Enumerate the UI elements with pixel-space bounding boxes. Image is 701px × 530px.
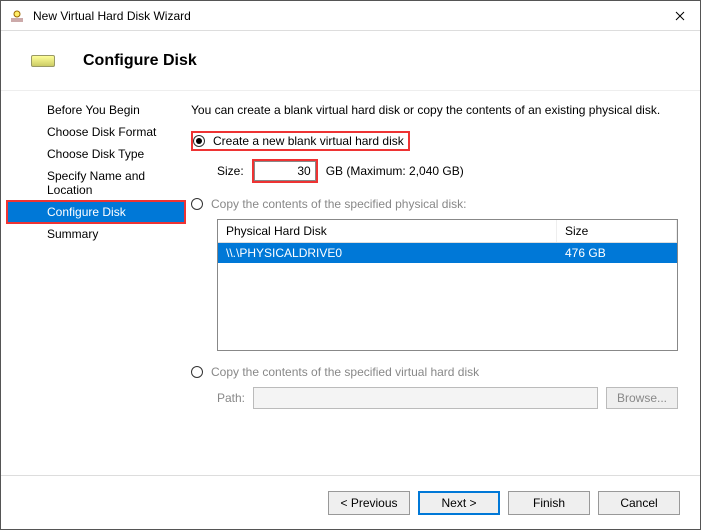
disk-row-name: \\.\PHYSICALDRIVE0 (218, 243, 557, 263)
radio-icon (191, 198, 203, 210)
nav-summary[interactable]: Summary (7, 223, 185, 245)
next-button[interactable]: Next > (418, 491, 500, 515)
nav-before-you-begin[interactable]: Before You Begin (7, 99, 185, 121)
titlebar: New Virtual Hard Disk Wizard (1, 1, 700, 31)
nav-choose-disk-format[interactable]: Choose Disk Format (7, 121, 185, 143)
disk-icon (31, 55, 55, 67)
previous-button[interactable]: < Previous (328, 491, 410, 515)
size-unit: GB (Maximum: 2,040 GB) (326, 164, 464, 178)
wizard-header: Configure Disk (1, 31, 700, 91)
option-copy-virtual-label: Copy the contents of the specified virtu… (211, 365, 479, 379)
wizard-window: New Virtual Hard Disk Wizard Configure D… (0, 0, 701, 530)
finish-button[interactable]: Finish (508, 491, 590, 515)
wizard-content: You can create a blank virtual hard disk… (191, 91, 700, 475)
option-copy-physical[interactable]: Copy the contents of the specified physi… (191, 197, 678, 211)
radio-icon (191, 366, 203, 378)
nav-configure-disk[interactable]: Configure Disk (7, 201, 185, 223)
option-copy-physical-label: Copy the contents of the specified physi… (211, 197, 466, 211)
option-create-blank[interactable]: Create a new blank virtual hard disk (191, 131, 678, 151)
option-copy-virtual[interactable]: Copy the contents of the specified virtu… (191, 365, 678, 379)
description-text: You can create a blank virtual hard disk… (191, 103, 678, 117)
page-title: Configure Disk (83, 52, 197, 70)
wizard-footer: < Previous Next > Finish Cancel (1, 475, 700, 529)
size-label: Size: (217, 164, 244, 178)
cancel-button[interactable]: Cancel (598, 491, 680, 515)
physical-disk-list[interactable]: Physical Hard Disk Size \\.\PHYSICALDRIV… (217, 219, 678, 351)
col-header-size[interactable]: Size (557, 220, 677, 242)
close-button[interactable] (660, 1, 700, 31)
nav-specify-name-location[interactable]: Specify Name and Location (7, 165, 185, 201)
disk-list-header: Physical Hard Disk Size (218, 220, 677, 243)
option-create-blank-label: Create a new blank virtual hard disk (213, 134, 404, 148)
col-header-disk[interactable]: Physical Hard Disk (218, 220, 557, 242)
disk-row-size: 476 GB (557, 243, 677, 263)
size-input[interactable] (254, 161, 316, 181)
path-input (253, 387, 598, 409)
app-icon (9, 8, 25, 24)
disk-row[interactable]: \\.\PHYSICALDRIVE0 476 GB (218, 243, 677, 263)
window-title: New Virtual Hard Disk Wizard (33, 9, 660, 23)
browse-button: Browse... (606, 387, 678, 409)
nav-choose-disk-type[interactable]: Choose Disk Type (7, 143, 185, 165)
radio-icon (193, 135, 205, 147)
wizard-nav: Before You Begin Choose Disk Format Choo… (1, 91, 191, 475)
path-label: Path: (217, 391, 245, 405)
